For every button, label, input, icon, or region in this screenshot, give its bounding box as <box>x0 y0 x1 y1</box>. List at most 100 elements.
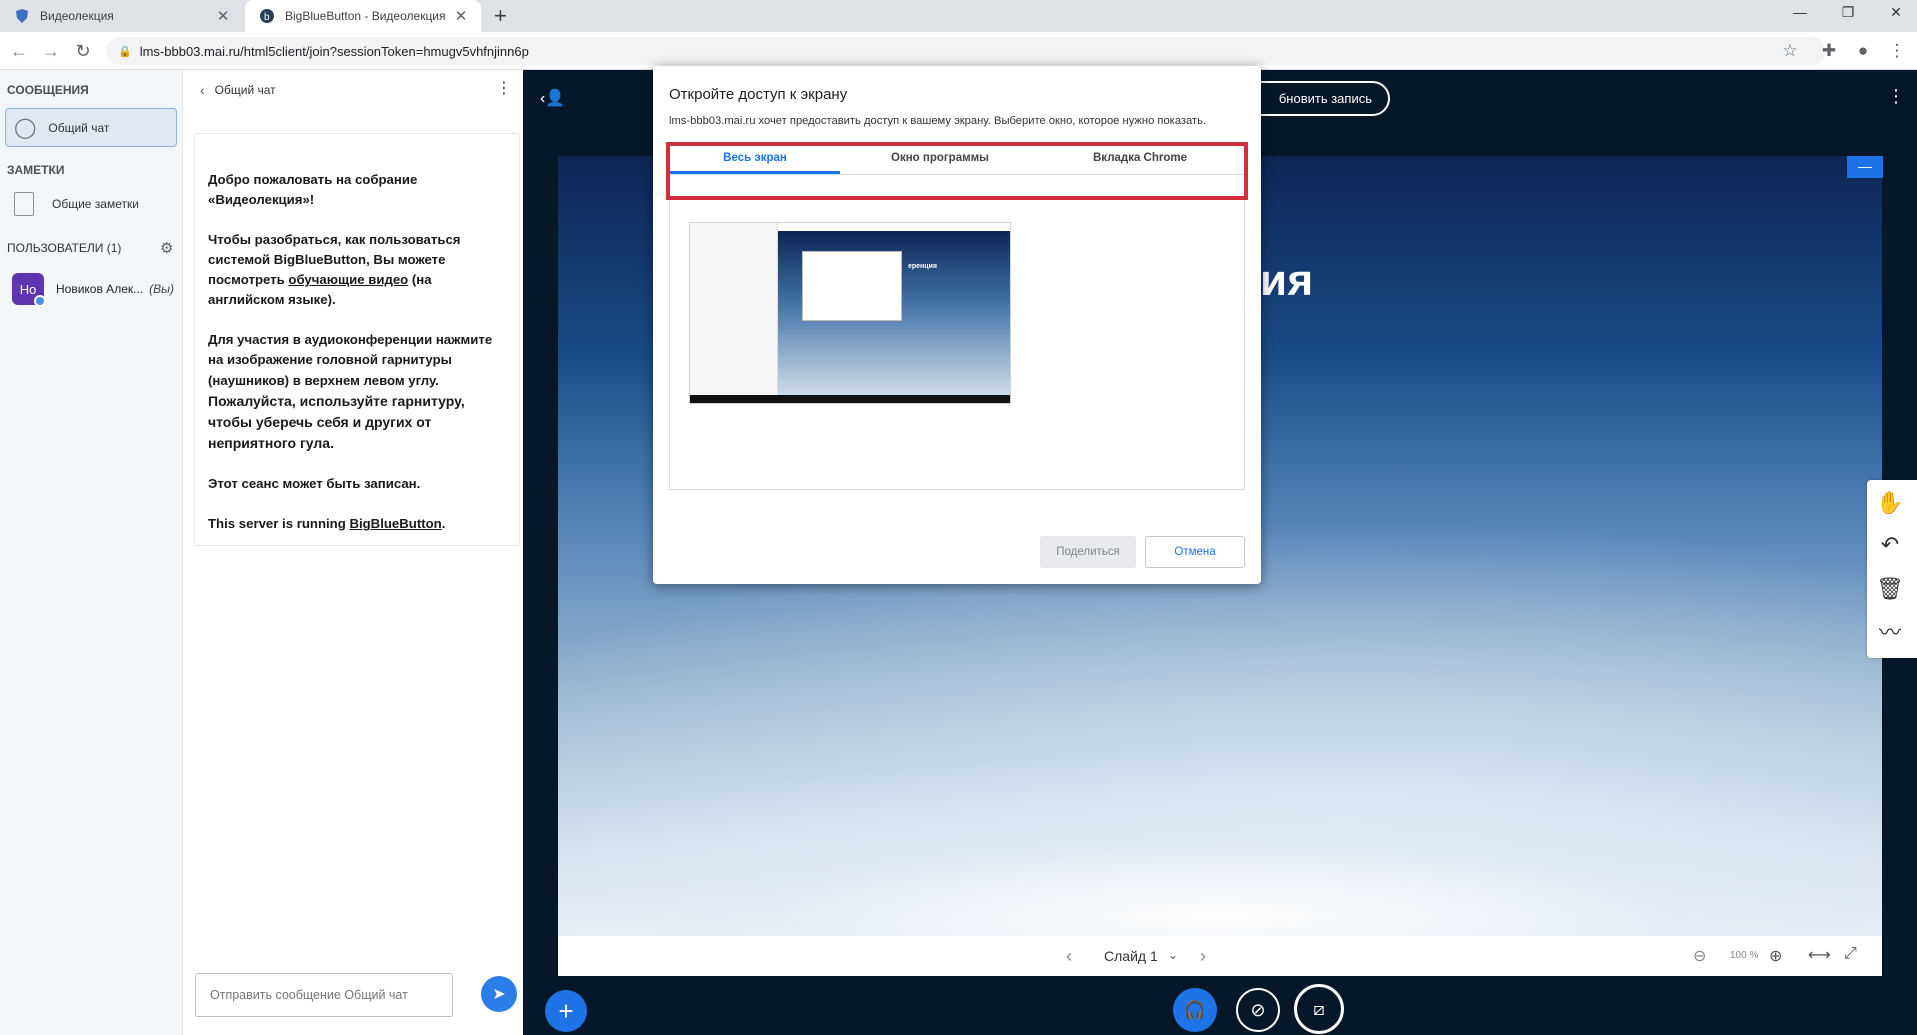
screenshare-button[interactable]: ⧄ <box>1294 984 1344 1034</box>
previous-slide-button[interactable]: ‹ <box>1066 946 1072 967</box>
shield-favicon-icon <box>16 9 28 23</box>
avatar-initials: Но <box>19 281 37 297</box>
chat-icon: ◯ <box>14 117 37 139</box>
audio-button[interactable]: 🎧 <box>1173 988 1217 1032</box>
restore-window-icon[interactable]: ❐ <box>1828 4 1868 21</box>
bigbluebutton-link[interactable]: BigBlueButton <box>349 516 441 531</box>
welcome-paragraph: Этот сеанс может быть записан. <box>208 476 421 491</box>
chat-panel: ‹ Общий чат ⋮ Добро пожаловать на собран… <box>183 70 523 1035</box>
star-icon[interactable]: ☆ <box>1779 41 1801 61</box>
plus-icon[interactable]: + <box>494 4 507 28</box>
tutorial-video-link[interactable]: обучающие видео <box>288 272 408 287</box>
video-off-icon: ⊘ <box>1250 999 1266 1020</box>
undo-icon[interactable]: ↶ <box>1867 524 1913 566</box>
sidebar-item-public-chat[interactable]: ◯ Общий чат <box>5 108 177 147</box>
left-sidebar: СООБЩЕНИЯ ◯ Общий чат ЗАМЕТКИ Общие заме… <box>0 70 183 1035</box>
meeting-name: Видеолекция <box>215 192 303 207</box>
welcome-paragraph: Чтобы разобраться, как пользоваться сист… <box>208 230 507 310</box>
tab-entire-screen[interactable]: Весь экран <box>670 152 840 164</box>
screen-preview-list: еренция <box>669 200 1245 490</box>
whiteboard-icon[interactable]: 〰 <box>1867 610 1913 652</box>
chevron-left-icon[interactable]: ‹ <box>200 82 205 98</box>
thumbnail-text: еренция <box>908 263 937 270</box>
fullscreen-button[interactable]: ⤢ <box>1844 945 1857 963</box>
video-button[interactable]: ⊘ <box>1236 988 1280 1032</box>
presenter-status-icon <box>34 295 46 307</box>
welcome-text: Пожалуйста, используйте гарнитуру, чтобы… <box>208 393 465 451</box>
minimize-presentation-button[interactable]: — <box>1847 156 1883 178</box>
chat-header[interactable]: ‹ Общий чат <box>200 82 276 98</box>
chat-options-icon[interactable]: ⋮ <box>496 78 512 98</box>
fit-width-button[interactable]: ⟷ <box>1808 945 1831 965</box>
zoom-out-button[interactable]: ⊖ <box>1693 946 1706 966</box>
cancel-button[interactable]: Отмена <box>1145 536 1245 568</box>
slide-controls: ‹ Слайд 1 ⌄ › ⊖ 100 % ⊕ ⟷ ⤢ <box>558 936 1882 976</box>
screen-thumbnail[interactable]: еренция <box>689 222 1011 404</box>
welcome-paragraph: This server is running BigBlueButton. <box>208 514 507 534</box>
send-button[interactable]: ➤ <box>481 976 517 1012</box>
thumbnail-sidebar <box>690 223 778 403</box>
user-list-item[interactable]: Но Новиков Алек... (Вы) <box>12 273 174 307</box>
tab-title: BigBlueButton - Видеолекция <box>285 9 446 23</box>
welcome-paragraph: Для участия в аудиоконференции нажмите н… <box>208 330 507 454</box>
forward-icon[interactable]: → <box>40 40 62 62</box>
dialog-subtitle: lms-bbb03.mai.ru хочет предоставить дост… <box>669 115 1207 127</box>
thumbnail-dialog <box>802 251 902 321</box>
menu-icon[interactable]: ⋮ <box>1886 41 1908 61</box>
user-list-icon[interactable]: ‹👤 <box>540 88 565 108</box>
notes-icon <box>14 192 34 216</box>
share-screen-dialog: Откройте доступ к экрану lms-bbb03.mai.r… <box>653 66 1261 584</box>
close-icon[interactable]: ✕ <box>215 7 231 25</box>
welcome-paragraph: Добро пожаловать на собрание «Видеолекци… <box>208 170 507 210</box>
chevron-down-icon: ⌄ <box>1168 948 1179 962</box>
back-icon[interactable]: ← <box>8 40 30 62</box>
tab-application-window[interactable]: Окно программы <box>845 152 1035 164</box>
thumbnail-taskbar <box>690 395 1010 403</box>
profile-icon[interactable]: ● <box>1852 41 1874 61</box>
browser-tab-bbb[interactable]: b BigBlueButton - Видеолекция ✕ <box>245 0 481 32</box>
chat-message-input[interactable] <box>195 973 453 1017</box>
active-tab-indicator <box>670 171 840 174</box>
slide-select[interactable]: Слайд 1 <box>1104 948 1158 964</box>
options-menu-icon[interactable]: ⋮ <box>1887 86 1905 107</box>
bbb-favicon-icon: b <box>260 9 274 23</box>
users-section-title: ПОЛЬЗОВАТЕЛИ (1) <box>7 241 122 255</box>
browser-tab-videolecture[interactable]: Видеолекция ✕ <box>0 0 243 32</box>
url-text: lms-bbb03.mai.ru/html5client/join?sessio… <box>139 43 529 59</box>
sidebar-item-label: Общий чат <box>48 120 110 135</box>
welcome-text: Для участия в аудиоконференции нажмите н… <box>208 332 493 388</box>
zoom-in-button[interactable]: ⊕ <box>1769 946 1782 966</box>
tab-chrome-tab[interactable]: Вкладка Chrome <box>1035 152 1245 164</box>
reload-icon[interactable]: ↻ <box>72 40 94 62</box>
welcome-message: Добро пожаловать на собрание «Видеолекци… <box>194 133 520 546</box>
welcome-text: This server is running <box>208 516 350 531</box>
sidebar-item-shared-notes[interactable]: Общие заметки <box>14 192 139 216</box>
share-button[interactable]: Поделиться <box>1040 536 1136 568</box>
minimize-window-icon[interactable]: — <box>1780 4 1820 20</box>
chat-title: Общий чат <box>214 83 276 97</box>
messages-section-title: СООБЩЕНИЯ <box>7 83 89 97</box>
user-you-label: (Вы) <box>149 282 174 296</box>
headset-icon: 🎧 <box>1183 999 1207 1020</box>
tab-title: Видеолекция <box>40 9 114 23</box>
welcome-text: . <box>441 516 446 531</box>
avatar: Но <box>12 273 46 307</box>
next-slide-button[interactable]: › <box>1200 946 1206 967</box>
close-window-icon[interactable]: ✕ <box>1876 4 1916 21</box>
notes-section-title: ЗАМЕТКИ <box>7 163 65 177</box>
action-bar: + 🎧 ⊘ ⧄ <box>523 976 1917 1035</box>
screenshare-icon: ⧄ <box>1313 998 1325 1019</box>
browser-tab-bar: Видеолекция ✕ b BigBlueButton - Видеолек… <box>0 0 1917 32</box>
tab-divider <box>670 174 1244 175</box>
close-icon[interactable]: ✕ <box>453 7 469 25</box>
actions-button[interactable]: + <box>545 990 587 1032</box>
extensions-icon[interactable]: ✚ <box>1818 41 1840 61</box>
dialog-title: Откройте доступ к экрану <box>669 86 848 103</box>
trash-icon[interactable]: 🗑 <box>1867 568 1913 610</box>
zoom-level: 100 % <box>1730 950 1759 961</box>
hand-icon[interactable]: ✋ <box>1867 482 1913 524</box>
url-field[interactable]: 🔒 lms-bbb03.mai.ru/html5client/join?sess… <box>106 37 1826 65</box>
gear-icon[interactable]: ⚙ <box>160 239 173 257</box>
welcome-text: »! <box>302 192 315 207</box>
svg-text:b: b <box>264 12 270 23</box>
